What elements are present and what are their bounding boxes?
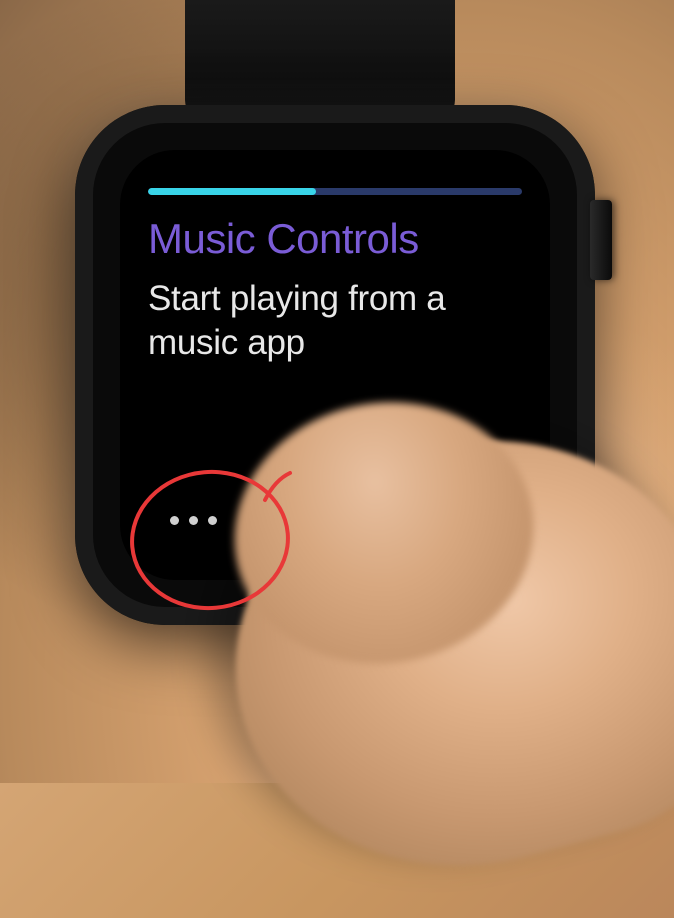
dot-indicator	[170, 516, 179, 525]
page-subtitle: Start playing from a music app	[148, 277, 522, 365]
pagination-dots[interactable]	[170, 516, 217, 525]
dot-indicator	[189, 516, 198, 525]
watch-band-top	[185, 0, 455, 120]
page-title: Music Controls	[148, 215, 522, 263]
watch-side-button[interactable]	[590, 200, 612, 280]
dot-indicator	[208, 516, 217, 525]
progress-bar-fill	[148, 188, 316, 195]
progress-bar-track	[148, 188, 522, 195]
